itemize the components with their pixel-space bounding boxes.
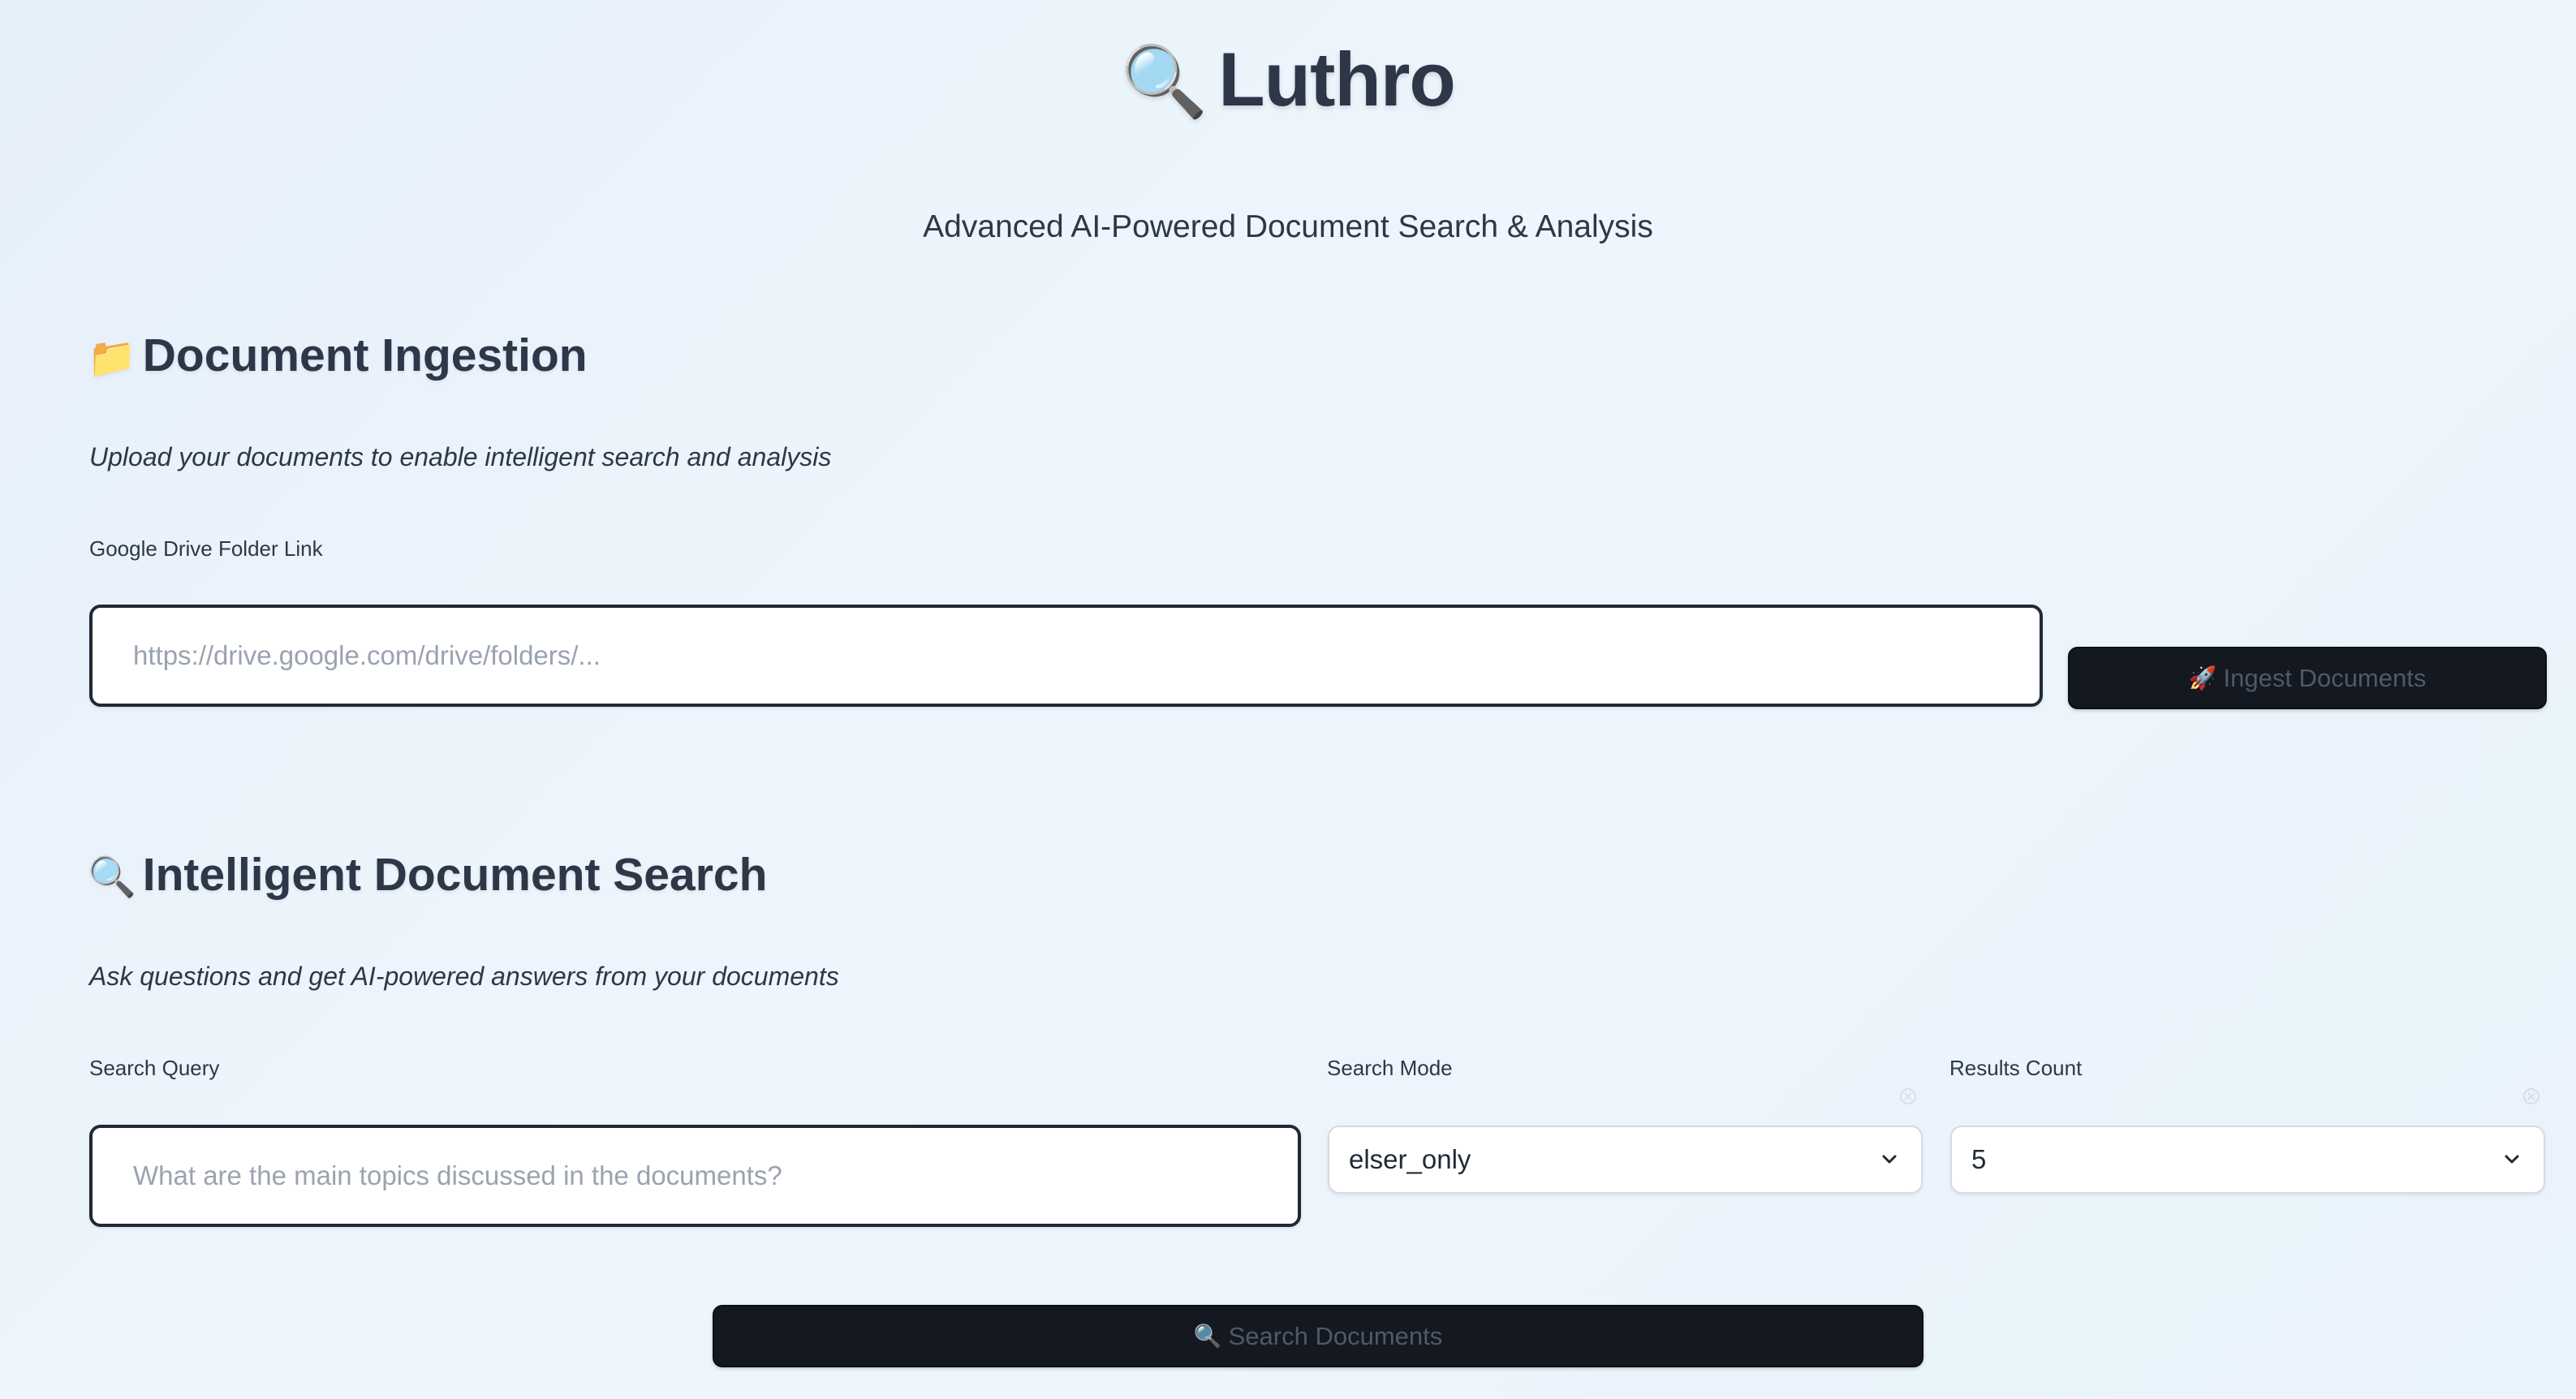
- magnifier-icon: 🔍: [1193, 1324, 1222, 1349]
- ingest-documents-label: Ingest Documents: [2223, 663, 2427, 692]
- folder-icon: 📁: [88, 337, 136, 380]
- search-documents-button[interactable]: 🔍 Search Documents: [713, 1305, 1923, 1367]
- drive-folder-label: Google Drive Folder Link: [89, 536, 323, 561]
- chevron-down-icon: [1882, 1155, 1897, 1164]
- search-mode-select[interactable]: elser_only: [1328, 1126, 1923, 1194]
- rocket-icon: 🚀: [2188, 665, 2217, 691]
- chevron-down-icon: [2505, 1155, 2519, 1164]
- ingest-documents-button[interactable]: 🚀 Ingest Documents: [2068, 647, 2547, 709]
- results-count-select[interactable]: 5: [1950, 1126, 2545, 1194]
- search-query-input[interactable]: [89, 1125, 1301, 1227]
- app-title-text: Luthro: [1218, 37, 1456, 122]
- ingestion-heading-text: Document Ingestion: [142, 329, 588, 381]
- search-query-label: Search Query: [89, 1056, 220, 1080]
- drive-folder-input[interactable]: [89, 605, 2043, 707]
- ingestion-heading: 📁 Document Ingestion: [88, 323, 588, 391]
- magnifier-icon: 🔍: [88, 856, 136, 899]
- magnifier-icon: 🔍: [1121, 43, 1208, 121]
- ingestion-description: Upload your documents to enable intellig…: [89, 442, 832, 471]
- search-description: Ask questions and get AI-powered answers…: [89, 962, 839, 991]
- count-clear-icon: [2523, 1088, 2539, 1104]
- search-documents-label: Search Documents: [1228, 1321, 1443, 1350]
- mode-clear-icon: [1900, 1088, 1916, 1104]
- app-title: 🔍 Luthro: [0, 31, 2576, 131]
- search-mode-value: elser_only: [1349, 1144, 1471, 1174]
- search-heading: 🔍 Intelligent Document Search: [88, 842, 767, 910]
- app-subtitle: Advanced AI-Powered Document Search & An…: [923, 209, 1653, 244]
- results-count-value: 5: [1971, 1144, 1987, 1174]
- search-heading-text: Intelligent Document Search: [142, 849, 768, 901]
- search-mode-label: Search Mode: [1327, 1056, 1453, 1080]
- results-count-label: Results Count: [1949, 1056, 2083, 1080]
